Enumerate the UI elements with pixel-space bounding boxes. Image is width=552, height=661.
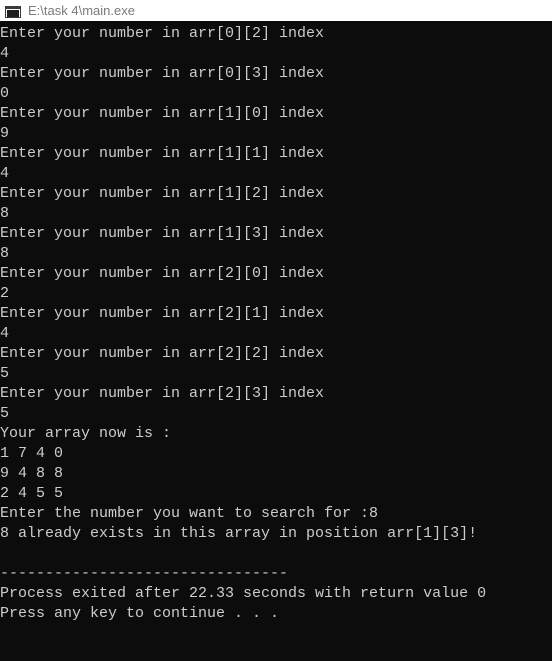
console-line: Enter your number in arr[2][0] index [0, 265, 325, 282]
console-line: Enter your number in arr[2][3] index [0, 385, 325, 402]
console-line: Enter your number in arr[0][2] index [0, 25, 325, 42]
console-line: Enter your number in arr[0][3] index [0, 65, 325, 82]
console-line: 8 [0, 245, 10, 262]
array-row: 2 4 5 5 [0, 485, 64, 502]
search-result-line: 8 already exists in this array in positi… [0, 525, 478, 542]
console-line: Enter your number in arr[2][2] index [0, 345, 325, 362]
console-line: 0 [0, 85, 10, 102]
console-line: 4 [0, 165, 10, 182]
console-line: Enter the number you want to search for … [0, 505, 379, 522]
continue-prompt-line: Press any key to continue . . . [0, 605, 280, 622]
console-line: Enter your number in arr[2][1] index [0, 305, 325, 322]
console-app-icon [5, 5, 21, 18]
console-line: 4 [0, 45, 10, 62]
console-line: Enter your number in arr[1][0] index [0, 105, 325, 122]
array-row: 9 4 8 8 [0, 465, 64, 482]
title-bar[interactable]: E:\task 4\main.exe [0, 0, 552, 21]
console-line: 8 [0, 205, 10, 222]
console-line: 5 [0, 365, 10, 382]
console-line: Enter your number in arr[1][1] index [0, 145, 325, 162]
separator-line: -------------------------------- [0, 565, 289, 582]
console-line: 4 [0, 325, 10, 342]
console-line: Your array now is : [0, 425, 172, 442]
console-line: Enter your number in arr[1][2] index [0, 185, 325, 202]
console-output[interactable]: Enter your number in arr[0][2] index 4 E… [0, 24, 552, 661]
array-row: 1 7 4 0 [0, 445, 64, 462]
console-line: 9 [0, 125, 10, 142]
console-window: E:\task 4\main.exe Enter your number in … [0, 0, 552, 661]
window-title: E:\task 4\main.exe [28, 3, 135, 18]
console-line: 5 [0, 405, 10, 422]
console-line: 2 [0, 285, 10, 302]
console-line: Enter your number in arr[1][3] index [0, 225, 325, 242]
process-exit-line: Process exited after 22.33 seconds with … [0, 585, 487, 602]
